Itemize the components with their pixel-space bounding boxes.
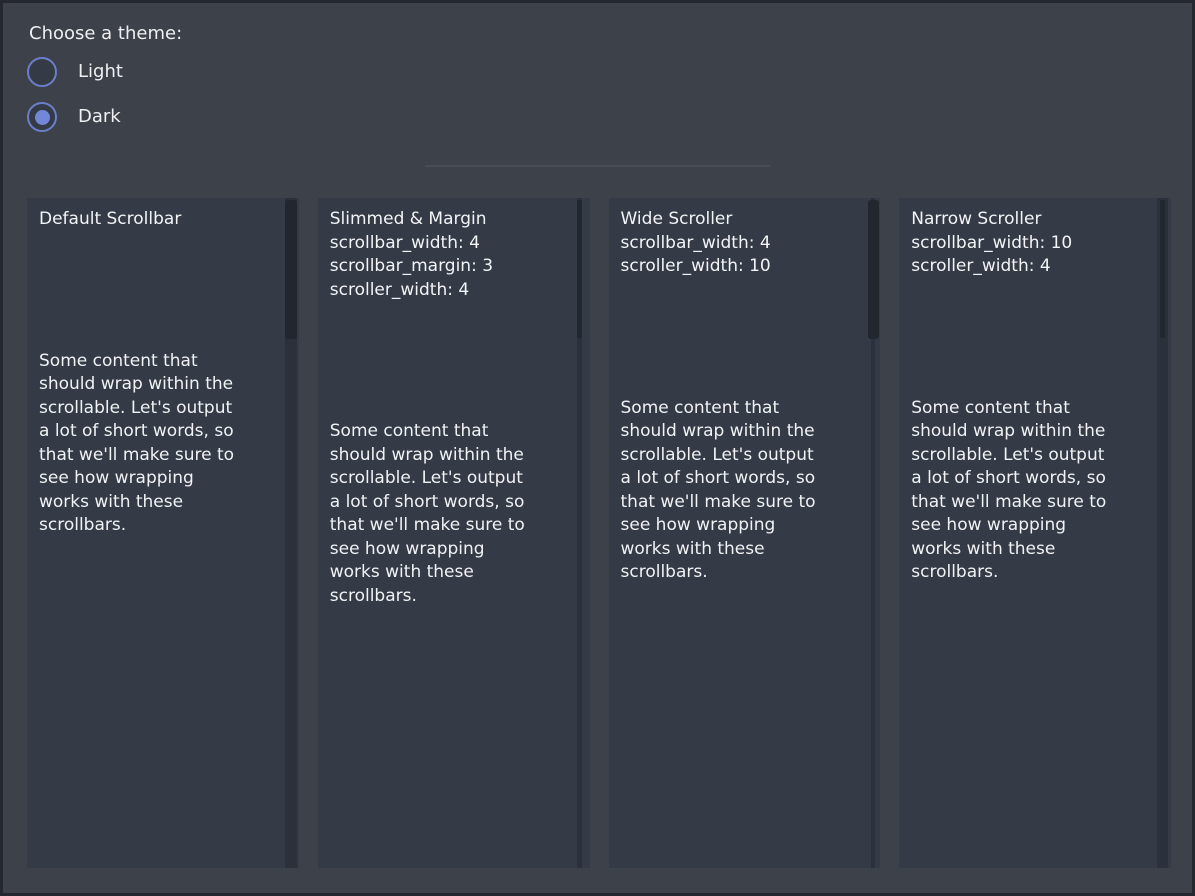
scrollbar-thumb[interactable]: [1160, 200, 1165, 338]
panel-title: Narrow Scroller: [911, 208, 1145, 232]
scrollbar-thumb[interactable]: [577, 200, 582, 338]
theme-chooser-label: Choose a theme:: [29, 21, 1192, 46]
panel-content: Some content that should wrap within the…: [39, 350, 273, 538]
panel-properties: scrollbar_width: 10 scroller_width: 4: [911, 232, 1145, 279]
theme-chooser: Choose a theme: Light Dark: [3, 3, 1192, 132]
panel-title: Wide Scroller: [621, 208, 855, 232]
app-window: Choose a theme: Light Dark Default Scrol…: [0, 0, 1195, 896]
panel-title: Default Scrollbar: [39, 208, 273, 232]
scrollbar-demo-row: Default Scrollbar Some content that shou…: [27, 198, 1171, 868]
radio-label-light: Light: [78, 57, 123, 87]
radio-selected-icon: [27, 102, 57, 132]
scrollbar-thumb[interactable]: [868, 200, 879, 339]
radio-option-light[interactable]: Light: [27, 57, 1192, 87]
panel-content: Some content that should wrap within the…: [330, 420, 564, 608]
divider-rule: [425, 165, 770, 167]
panel-properties: scrollbar_width: 4 scrollbar_margin: 3 s…: [330, 232, 564, 303]
radio-unselected-icon: [27, 57, 57, 87]
scrollable-panel-wide-scroller[interactable]: Wide Scroller scrollbar_width: 4 scrolle…: [609, 198, 881, 868]
scrollable-panel-slimmed-margin[interactable]: Slimmed & Margin scrollbar_width: 4 scro…: [318, 198, 590, 868]
scrollbar-thumb[interactable]: [285, 200, 297, 339]
panel-properties: scrollbar_width: 4 scroller_width: 10: [621, 232, 855, 279]
radio-option-dark[interactable]: Dark: [27, 102, 1192, 132]
panel-content: Some content that should wrap within the…: [911, 397, 1145, 585]
radio-label-dark: Dark: [78, 102, 121, 132]
scrollable-panel-default-scrollbar[interactable]: Default Scrollbar Some content that shou…: [27, 198, 299, 868]
panel-content: Some content that should wrap within the…: [621, 397, 855, 585]
scrollable-panel-narrow-scroller[interactable]: Narrow Scroller scrollbar_width: 10 scro…: [899, 198, 1171, 868]
panel-title: Slimmed & Margin: [330, 208, 564, 232]
